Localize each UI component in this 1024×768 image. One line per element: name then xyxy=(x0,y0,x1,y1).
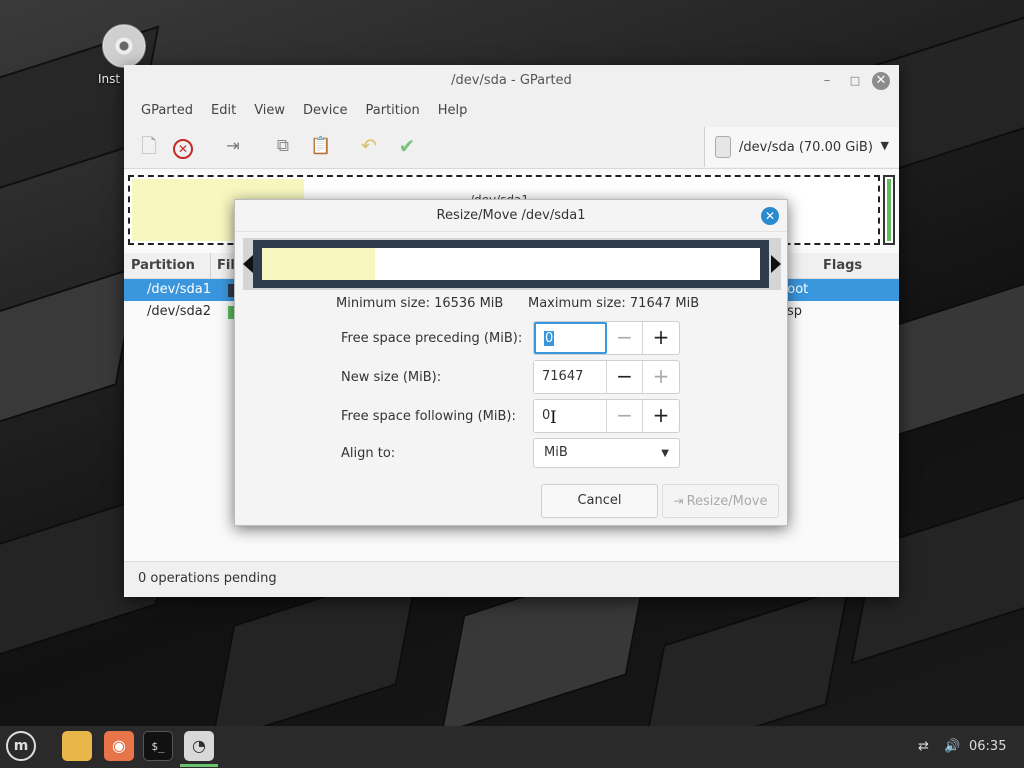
network-icon[interactable]: ⇄ xyxy=(918,739,929,754)
disk-graphic-sda2[interactable] xyxy=(883,175,895,245)
column-header-flags[interactable]: Flags xyxy=(823,258,862,273)
selected-value: 0 xyxy=(544,331,555,346)
increment-button[interactable]: + xyxy=(643,400,679,432)
increment-button[interactable]: + xyxy=(643,322,679,354)
used-space-bar xyxy=(262,248,375,280)
free-space-preceding-label: Free space preceding (MiB): xyxy=(341,331,523,346)
row-partition: /dev/sda1 xyxy=(147,282,211,297)
device-selector-label: /dev/sda (70.00 GiB) xyxy=(739,139,873,155)
menu-view[interactable]: View xyxy=(245,97,294,125)
toolbar: 🗋 ✕ ⇥ ⧉ 📋 ↶ ✔ /dev/sda (70.00 GiB) ▼ xyxy=(124,125,899,169)
window-titlebar[interactable]: /dev/sda - GParted – □ ✕ xyxy=(124,65,899,97)
cancel-button[interactable]: Cancel xyxy=(541,484,658,518)
resize-move-dialog: Resize/Move /dev/sda1 ✕ Minimum size: 16… xyxy=(234,199,788,526)
delete-partition-icon[interactable]: ✕ xyxy=(170,133,196,159)
row-partition: /dev/sda2 xyxy=(147,304,211,319)
resize-slider[interactable] xyxy=(243,238,781,290)
menubar: GParted Edit View Device Partition Help xyxy=(124,97,899,125)
right-resize-handle[interactable] xyxy=(771,255,781,273)
resize-move-icon: ⇥ xyxy=(673,494,684,508)
terminal-icon[interactable]: $_ xyxy=(143,731,173,761)
volume-icon[interactable]: 🔊 xyxy=(944,739,960,754)
new-size-value: 71647 xyxy=(542,369,584,384)
free-space-preceding-input[interactable]: 0 xyxy=(534,322,607,354)
column-header-partition[interactable]: Partition xyxy=(131,258,195,273)
clock[interactable]: 06:35 xyxy=(969,739,1006,754)
align-to-label: Align to: xyxy=(341,446,396,461)
operations-pending-text: 0 operations pending xyxy=(138,571,277,586)
folder-icon[interactable] xyxy=(62,731,92,761)
resize-move-icon[interactable]: ⇥ xyxy=(220,133,246,159)
disk-icon xyxy=(715,136,731,158)
cd-disc-icon xyxy=(102,24,146,68)
dialog-close-button[interactable]: ✕ xyxy=(761,207,779,225)
wallpaper-tile xyxy=(0,265,140,445)
left-resize-handle[interactable] xyxy=(243,255,253,273)
column-divider xyxy=(210,253,211,279)
decrement-button[interactable]: − xyxy=(607,400,643,432)
close-window-button[interactable]: ✕ xyxy=(872,72,890,90)
active-window-indicator xyxy=(180,764,218,767)
decrement-button[interactable]: − xyxy=(607,322,643,354)
maximize-button[interactable]: □ xyxy=(846,72,864,90)
dialog-titlebar[interactable]: Resize/Move /dev/sda1 ✕ xyxy=(235,200,787,232)
new-size-stepper: 71647 − + xyxy=(533,360,680,394)
undo-icon[interactable]: ↶ xyxy=(356,133,382,159)
new-partition-icon[interactable]: 🗋 xyxy=(136,133,162,159)
chevron-down-icon: ▼ xyxy=(661,448,669,459)
partition-inner xyxy=(262,248,760,280)
align-to-value: MiB xyxy=(544,445,568,460)
resize-move-button-label: Resize/Move xyxy=(686,494,768,509)
free-space-following-input[interactable]: 0 xyxy=(534,400,607,432)
mint-menu-icon[interactable]: m xyxy=(6,731,36,761)
copy-icon[interactable]: ⧉ xyxy=(270,133,296,159)
text-cursor-icon: I xyxy=(550,408,557,428)
taskbar: m ◉ $_ ◔ ⇄ 🔊 06:35 xyxy=(0,726,1024,768)
menu-gparted[interactable]: GParted xyxy=(132,97,202,125)
decrement-button[interactable]: − xyxy=(607,361,643,393)
paste-icon[interactable]: 📋 xyxy=(308,133,334,159)
partition-frame[interactable] xyxy=(253,240,769,288)
new-size-input[interactable]: 71647 xyxy=(534,361,607,393)
minimum-size-label: Minimum size: 16536 MiB xyxy=(336,296,504,311)
statusbar: 0 operations pending xyxy=(124,561,899,597)
free-space-preceding-stepper: 0 − + xyxy=(533,321,680,355)
chevron-down-icon: ▼ xyxy=(880,139,889,152)
resize-move-button[interactable]: ⇥ Resize/Move xyxy=(662,484,779,518)
window-title: /dev/sda - GParted xyxy=(451,73,572,88)
maximum-size-label: Maximum size: 71647 MiB xyxy=(528,296,700,311)
dialog-title: Resize/Move /dev/sda1 xyxy=(436,208,586,223)
firefox-icon[interactable]: ◉ xyxy=(104,731,134,761)
increment-button[interactable]: + xyxy=(643,361,679,393)
device-selector[interactable]: /dev/sda (70.00 GiB) ▼ xyxy=(704,127,899,167)
new-size-label: New size (MiB): xyxy=(341,370,442,385)
menu-edit[interactable]: Edit xyxy=(202,97,245,125)
menu-partition[interactable]: Partition xyxy=(357,97,429,125)
apply-icon[interactable]: ✔ xyxy=(394,133,420,159)
free-space-following-label: Free space following (MiB): xyxy=(341,409,516,424)
column-header-filesystem[interactable]: Fil xyxy=(217,258,235,273)
gparted-icon[interactable]: ◔ xyxy=(184,731,214,761)
menu-help[interactable]: Help xyxy=(429,97,477,125)
align-to-select[interactable]: MiB ▼ xyxy=(533,438,680,468)
menu-device[interactable]: Device xyxy=(294,97,356,125)
minimize-button[interactable]: – xyxy=(818,72,836,90)
